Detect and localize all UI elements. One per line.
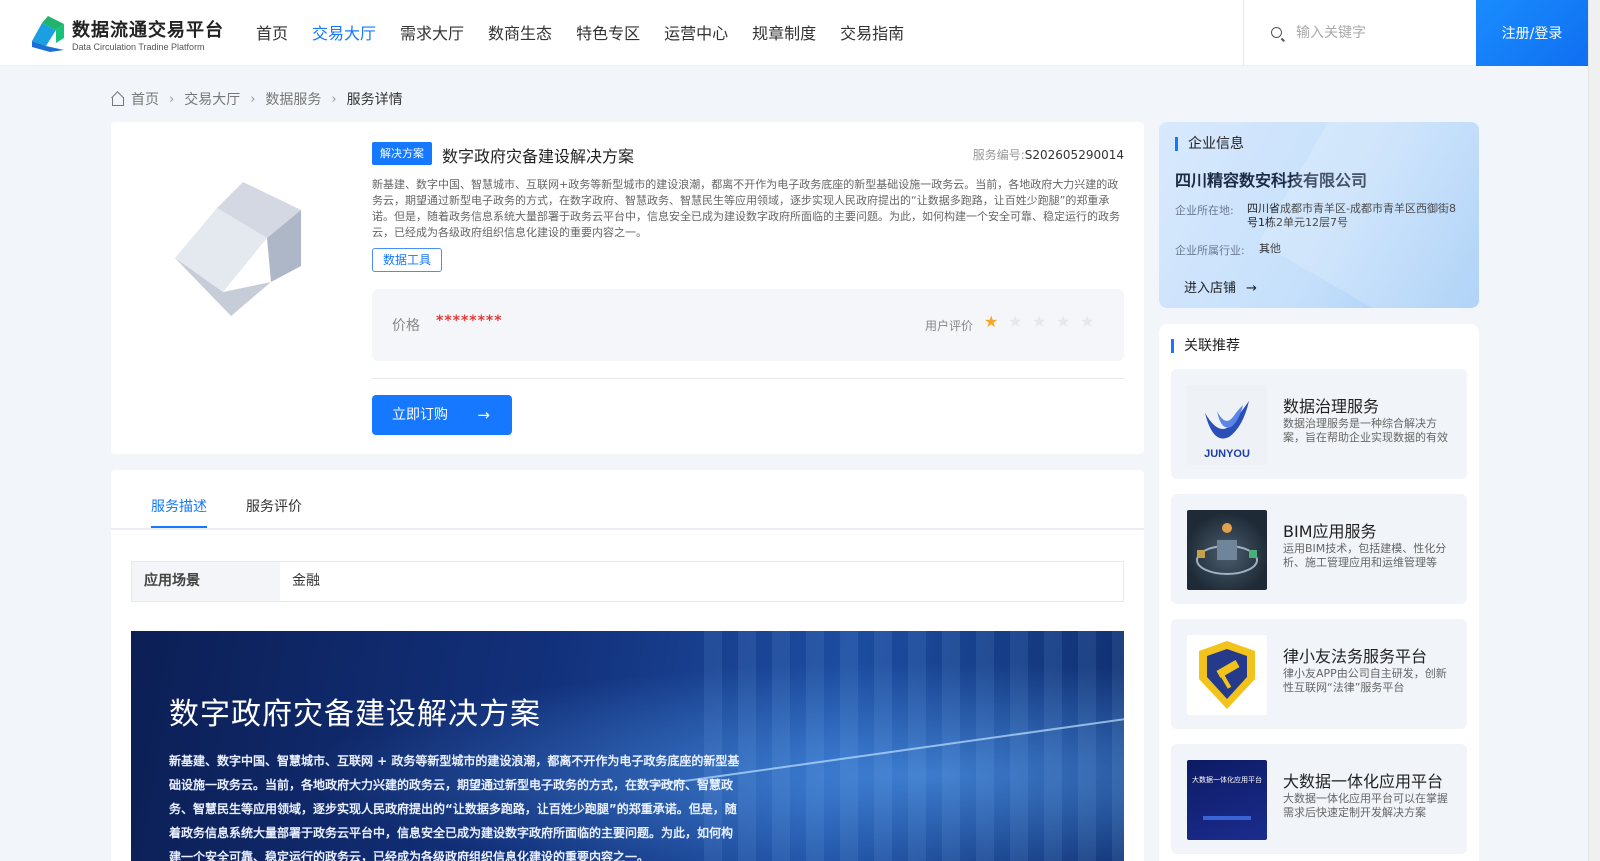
shield-gavel-icon	[1199, 641, 1255, 709]
nav-trading-hall[interactable]: 交易大厅	[312, 0, 376, 66]
solution-tag: 解决方案	[372, 142, 432, 165]
solution-banner-image: 数字政府灾备建设解决方案 新基建、数字中国、智慧城市、互联网 + 政务等新型城市…	[131, 631, 1124, 861]
nav-regulations[interactable]: 规章制度	[752, 0, 816, 66]
bigdata-cover-icon: 大数据一体化应用平台	[1192, 775, 1262, 820]
recommend-item[interactable]: BIM应用服务 运用BIM技术，包括建模、性化分析、施工管理应用和运维管理等	[1171, 494, 1467, 604]
bim-image	[1187, 510, 1267, 590]
company-name: 四川精容数安科技有限公司	[1175, 171, 1368, 190]
rating-label: 用户评价	[925, 319, 974, 333]
breadcrumb: 首页 › 交易大厅 › 数据服务 › 服务详情	[111, 88, 403, 110]
nav-demand-hall[interactable]: 需求大厅	[400, 0, 464, 66]
recommend-item[interactable]: 大数据一体化应用平台 大数据一体化应用平台 大数据一体化应用平台可以在掌握需求后…	[1171, 744, 1467, 854]
bigdata-platform-image: 大数据一体化应用平台	[1187, 760, 1267, 840]
price-panel: 价格 ******** 用户评价 ★ ★ ★ ★ ★	[372, 289, 1124, 361]
main-nav: 首页 交易大厅 需求大厅 数商生态 特色专区 运营中心 规章制度 交易指南	[256, 0, 928, 66]
company-location: 四川省成都市青羊区-成都市青羊区西御街8号1栋2单元12层7号	[1247, 202, 1456, 229]
breadcrumb-trading-hall[interactable]: 交易大厅	[184, 89, 240, 109]
recommend-title: 数据治理服务	[1283, 397, 1380, 416]
recommend-item[interactable]: 律小友法务服务平台 律小友APP由公司自主研发，创新性互联网“法律”服务平台	[1171, 619, 1467, 729]
buy-now-label: 立即订购	[392, 407, 448, 423]
product-description: 新基建、数字中国、智慧城市、互联网+政务等新型城市的建设浪潮，都离不开作为电子政…	[372, 178, 1120, 239]
top-header: 数据流通交易平台 Data Circulation Tradine Platfo…	[0, 0, 1588, 66]
home-icon	[111, 93, 125, 106]
rating-stars: ★ ★ ★ ★ ★	[984, 314, 1104, 330]
site-logo[interactable]: 数据流通交易平台 Data Circulation Tradine Platfo…	[30, 14, 230, 54]
star-icon: ★	[1008, 312, 1023, 331]
arrow-right-icon: →	[1246, 281, 1257, 296]
breadcrumb-data-service[interactable]: 数据服务	[265, 89, 321, 109]
bim-city-icon	[1196, 523, 1258, 575]
page-scrollbar[interactable]	[1588, 0, 1600, 861]
recommend-card: 关联推荐 JUNYOU 数据治理服务 数据治理服务是一种综合解决方案，旨在帮助企…	[1159, 324, 1479, 861]
service-number-value: S202605290014	[1024, 148, 1124, 162]
recommend-title: 律小友法务服务平台	[1283, 647, 1428, 666]
chevron-right-icon: ›	[250, 91, 256, 107]
price-value: ********	[436, 313, 503, 329]
application-scene-row: 应用场景 金融	[131, 561, 1124, 602]
company-info-card: 企业信息 四川精容数安科技有限公司 企业所在地: 四川省成都市青羊区-成都市青羊…	[1159, 122, 1479, 308]
search-icon[interactable]	[1271, 27, 1282, 38]
company-industry-label: 企业所属行业:	[1175, 244, 1245, 257]
star-icon: ★	[984, 312, 999, 331]
nav-guide[interactable]: 交易指南	[840, 0, 904, 66]
enter-shop-label: 进入店铺	[1184, 281, 1237, 296]
junyou-logo-icon: JUNYOU	[1204, 401, 1250, 460]
recommend-section-title: 关联推荐	[1171, 339, 1240, 353]
lawyer-logo-image	[1187, 635, 1267, 715]
search-box	[1243, 0, 1476, 66]
product-logo-image	[175, 182, 301, 316]
details-card: 服务描述 服务评价 应用场景 金融 数字政府灾备建设解决方案 新基建、数字中国、…	[111, 470, 1144, 861]
svg-text:大数据一体化应用平台: 大数据一体化应用平台	[1192, 775, 1262, 784]
company-industry: 其他	[1259, 242, 1281, 255]
recommend-item[interactable]: JUNYOU 数据治理服务 数据治理服务是一种综合解决方案，旨在帮助企业实现数据…	[1171, 369, 1467, 479]
banner-text: 新基建、数字中国、智慧城市、互联网 + 政务等新型城市的建设浪潮，都离不开作为电…	[169, 754, 740, 861]
nav-special-zone[interactable]: 特色专区	[576, 0, 640, 66]
product-title: 数字政府灾备建设解决方案	[442, 147, 635, 166]
scene-value: 金融	[292, 573, 320, 589]
logo-title: 数据流通交易平台	[72, 20, 224, 41]
logo-subtitle: Data Circulation Tradine Platform	[72, 42, 205, 52]
recommend-title: 大数据一体化应用平台	[1283, 772, 1444, 791]
buy-now-button[interactable]: 立即订购 →	[372, 395, 512, 435]
scene-label: 应用场景	[132, 562, 280, 601]
enter-shop-link[interactable]: 进入店铺 →	[1184, 277, 1257, 296]
tab-service-description[interactable]: 服务描述	[151, 496, 207, 528]
city-skyline-graphic	[704, 631, 1124, 861]
search-input[interactable]	[1296, 20, 1466, 46]
service-number: 服务编号:S202605290014	[973, 146, 1124, 163]
chevron-right-icon: ›	[169, 91, 175, 107]
junyou-logo-image: JUNYOU	[1187, 385, 1267, 465]
breadcrumb-home[interactable]: 首页	[131, 89, 159, 109]
price-label: 价格	[392, 318, 420, 334]
divider	[372, 378, 1124, 379]
product-card: 解决方案 数字政府灾备建设解决方案 服务编号:S202605290014 新基建…	[111, 122, 1144, 454]
arrow-right-icon: →	[477, 406, 490, 424]
tab-service-reviews[interactable]: 服务评价	[246, 496, 302, 526]
nav-ecosystem[interactable]: 数商生态	[488, 0, 552, 66]
nav-operation-center[interactable]: 运营中心	[664, 0, 728, 66]
nav-home[interactable]: 首页	[256, 0, 288, 66]
svg-text:JUNYOU: JUNYOU	[1204, 448, 1250, 460]
recommend-desc: 运用BIM技术，包括建模、性化分析、施工管理应用和运维管理等	[1283, 542, 1447, 569]
service-number-label: 服务编号:	[972, 148, 1025, 162]
star-icon: ★	[1080, 312, 1095, 331]
recommend-desc: 数据治理服务是一种综合解决方案，旨在帮助企业实现数据的有效管理	[1283, 417, 1448, 444]
recommend-desc: 大数据一体化应用平台可以在掌握需求后快速定制开发解决方案	[1283, 792, 1448, 819]
login-register-button[interactable]: 注册/登录	[1476, 0, 1588, 66]
star-icon: ★	[1056, 312, 1071, 331]
company-location-label: 企业所在地:	[1175, 204, 1234, 217]
company-section-title: 企业信息	[1175, 137, 1244, 151]
chevron-right-icon: ›	[331, 91, 337, 107]
detail-tabs: 服务描述 服务评价	[111, 470, 1144, 530]
star-icon: ★	[1032, 312, 1047, 331]
banner-title: 数字政府灾备建设解决方案	[169, 697, 541, 732]
recommend-title: BIM应用服务	[1283, 522, 1377, 541]
recommend-desc: 律小友APP由公司自主研发，创新性互联网“法律”服务平台	[1283, 667, 1447, 694]
category-tag[interactable]: 数据工具	[372, 248, 443, 272]
breadcrumb-current: 服务详情	[346, 92, 403, 108]
logo-mark-icon	[32, 16, 64, 52]
